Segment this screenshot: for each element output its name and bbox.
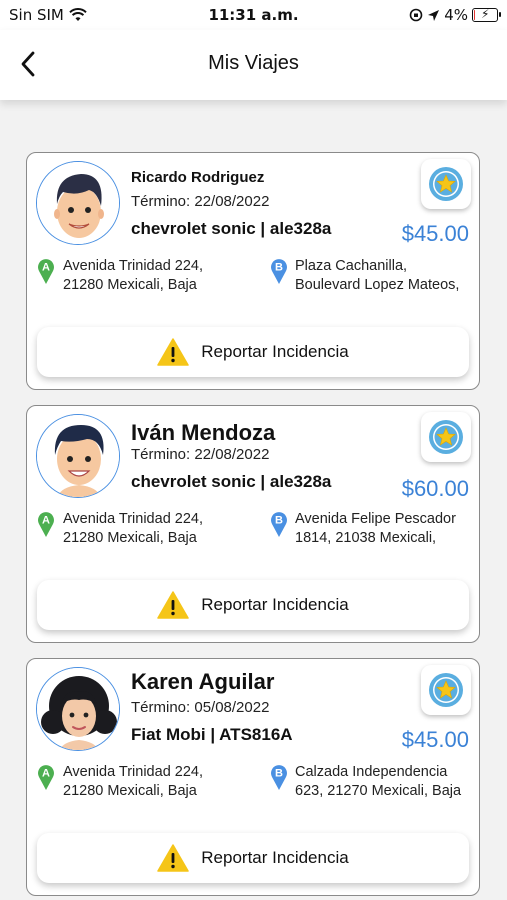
origin-address-line: 21280 Mexicali, Baja [63, 530, 197, 546]
location-arrow-icon [428, 9, 440, 21]
trip-price: $45.00 [401, 727, 469, 752]
report-incident-button[interactable]: Reportar Incidencia [37, 327, 469, 377]
status-bar: Sin SIM 11:31 a.m. 4% ⚡ [0, 0, 507, 30]
pin-b-icon: B [271, 512, 287, 537]
pin-a-icon: A [38, 512, 54, 537]
origin-address-line: Avenida Trinidad 224, [63, 258, 204, 274]
driver-avatar [36, 667, 120, 751]
origin-address-line: Avenida Trinidad 224, [63, 511, 204, 527]
pin-b-icon: B [271, 259, 287, 284]
rate-trip-button[interactable] [421, 412, 471, 462]
svg-text:B: B [275, 768, 283, 780]
destination-address-line: 1814, 21038 Mexicali, [295, 530, 437, 546]
driver-name: Ricardo Rodriguez [131, 169, 265, 186]
destination-address: Calzada Independencia 623, 21270 Mexical… [295, 763, 477, 801]
destination-address-line: Calzada Independencia [295, 764, 448, 780]
destination-address-line: Plaza Cachanilla, [295, 258, 408, 274]
svg-text:B: B [275, 515, 283, 527]
destination-marker: B [270, 257, 288, 285]
trip-price: $60.00 [401, 476, 469, 501]
destination-address: Plaza Cachanilla, Boulevard Lopez Mateos… [295, 257, 477, 295]
star-badge-icon [429, 167, 463, 201]
report-incident-label: Reportar Incidencia [201, 342, 349, 361]
origin-marker: A [37, 510, 55, 538]
rate-trip-button[interactable] [421, 159, 471, 209]
origin-address: Avenida Trinidad 224, 21280 Mexicali, Ba… [63, 510, 243, 548]
vehicle-info: chevrolet sonic | ale328a [131, 219, 332, 238]
trip-price: $45.00 [401, 221, 469, 246]
report-incident-button[interactable]: Reportar Incidencia [37, 833, 469, 883]
report-incident-button[interactable]: Reportar Incidencia [37, 580, 469, 630]
vehicle-info: chevrolet sonic | ale328a [131, 472, 332, 491]
destination-marker: B [270, 510, 288, 538]
destination-address-line: 623, 21270 Mexicali, Baja [295, 783, 462, 799]
driver-avatar [36, 161, 120, 245]
orientation-lock-icon [409, 8, 423, 22]
svg-text:A: A [42, 262, 50, 274]
origin-marker: A [37, 257, 55, 285]
origin-address-line: 21280 Mexicali, Baja [63, 277, 197, 293]
trip-end-date: Término: 22/08/2022 [131, 193, 270, 210]
origin-address-line: 21280 Mexicali, Baja [63, 783, 197, 799]
svg-text:B: B [275, 262, 283, 274]
pin-b-icon: B [271, 765, 287, 790]
destination-address-line: Avenida Felipe Pescador [295, 511, 456, 527]
report-incident-label: Reportar Incidencia [201, 595, 349, 614]
trip-card: Iván Mendoza Término: 22/08/2022 chevrol… [26, 405, 480, 643]
svg-text:A: A [42, 515, 50, 527]
status-right: 4% ⚡ [409, 6, 501, 24]
rate-trip-button[interactable] [421, 665, 471, 715]
trip-end-date: Término: 22/08/2022 [131, 446, 270, 463]
origin-marker: A [37, 763, 55, 791]
driver-avatar [36, 414, 120, 498]
page-title: Mis Viajes [208, 52, 299, 74]
report-incident-label: Reportar Incidencia [201, 848, 349, 867]
star-badge-icon [429, 673, 463, 707]
svg-text:A: A [42, 768, 50, 780]
origin-address: Avenida Trinidad 224, 21280 Mexicali, Ba… [63, 257, 243, 295]
destination-address: Avenida Felipe Pescador 1814, 21038 Mexi… [295, 510, 477, 548]
destination-address-line: Boulevard Lopez Mateos, [295, 277, 460, 293]
vehicle-info: Fiat Mobi | ATS816A [131, 725, 293, 744]
origin-address-line: Avenida Trinidad 224, [63, 764, 204, 780]
destination-marker: B [270, 763, 288, 791]
origin-address: Avenida Trinidad 224, 21280 Mexicali, Ba… [63, 763, 243, 801]
warning-icon [157, 338, 190, 366]
pin-a-icon: A [38, 259, 54, 284]
battery-charging-icon: ⚡ [472, 7, 501, 22]
pin-a-icon: A [38, 765, 54, 790]
warning-icon [157, 844, 190, 872]
driver-name: Karen Aguilar [131, 669, 275, 694]
trip-card: Ricardo Rodriguez Término: 22/08/2022 ch… [26, 152, 480, 390]
driver-name: Iván Mendoza [131, 420, 276, 445]
trip-end-date: Término: 05/08/2022 [131, 699, 270, 716]
warning-icon [157, 591, 190, 619]
star-badge-icon [429, 420, 463, 454]
trip-card: Karen Aguilar Término: 05/08/2022 Fiat M… [26, 658, 480, 896]
battery-percent: 4% [444, 6, 468, 24]
header: Mis Viajes [0, 30, 507, 100]
